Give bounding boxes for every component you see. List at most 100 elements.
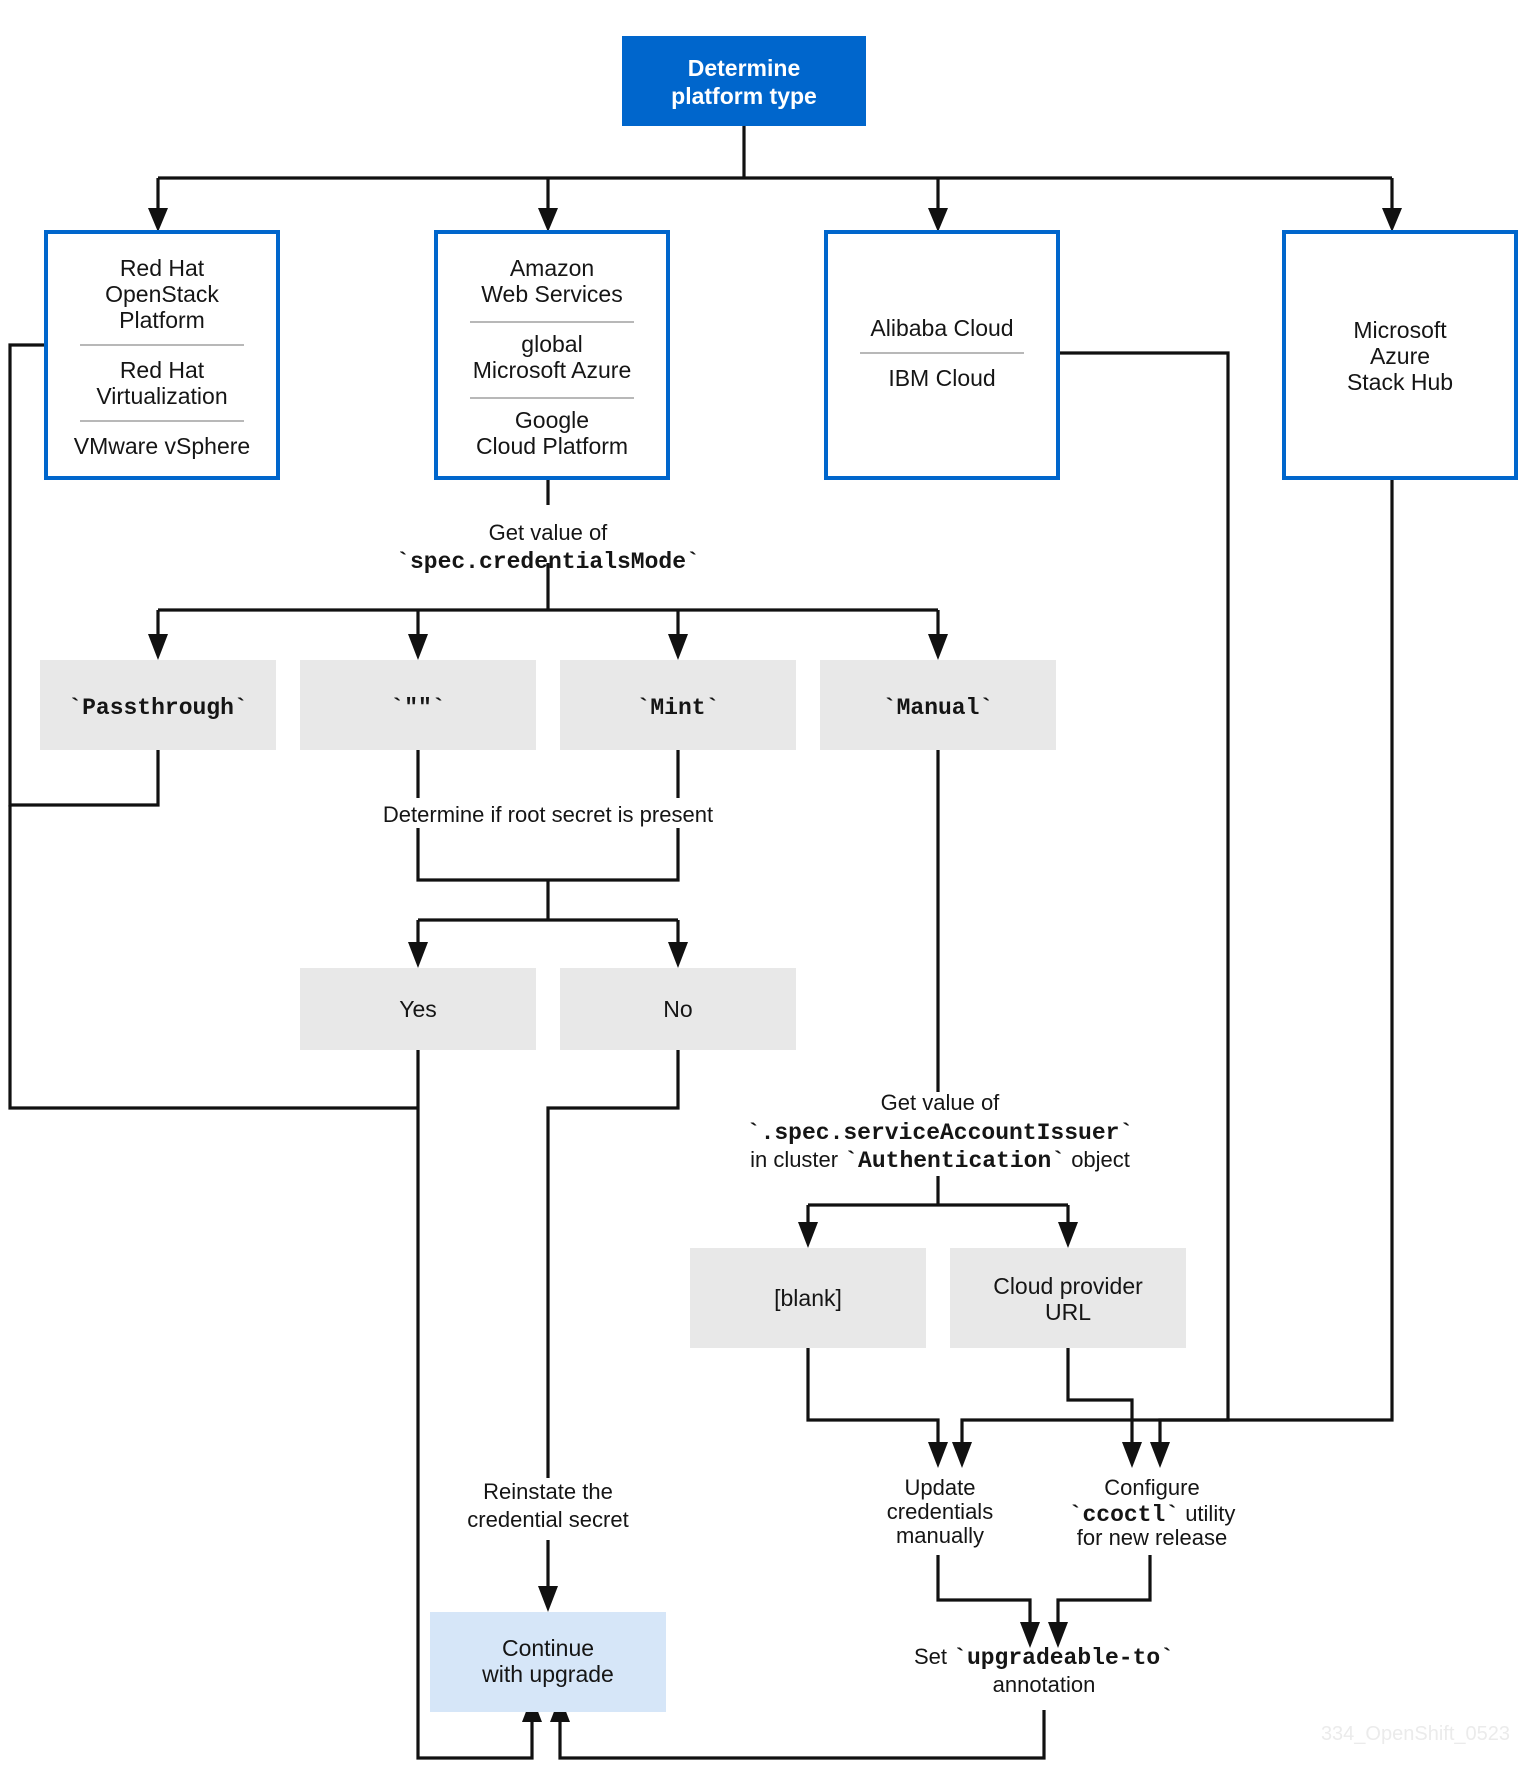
arrowhead-ccoctl-1 (1122, 1442, 1142, 1468)
edge-update-to-annotation (936, 1555, 1032, 1632)
start-node-line2: platform type (671, 83, 817, 109)
watermark-text: 334_OpenShift_0523 (1321, 1723, 1510, 1745)
annotation-line1-prefix: Set (914, 1644, 953, 1669)
node-answer-no[interactable]: No (560, 968, 796, 1050)
azurestack-l1: Azure (1370, 343, 1430, 369)
arrowhead-ccoctl-2 (1150, 1442, 1170, 1468)
arrowhead-manual (928, 634, 948, 660)
issuer-line3: in cluster `Authentication` object (750, 1147, 1130, 1174)
label-configure-ccoctl: Configure `ccoctl` utility for new relea… (1069, 1475, 1236, 1550)
openstack-e0-l1: OpenStack (105, 281, 219, 307)
edge-cloudurl-to-ccoctl (1066, 1348, 1134, 1452)
answer-no-label: No (663, 996, 692, 1022)
ccoctl-line1: Configure (1104, 1475, 1199, 1500)
edge-annotation-to-continue (558, 1710, 1046, 1760)
label-update-credentials: Update credentials manually (887, 1475, 993, 1548)
issuer-line2: `.spec.serviceAccountIssuer` (747, 1120, 1133, 1146)
aws-e2-l0: Google (515, 407, 589, 433)
node-group-openstack[interactable]: Red Hat OpenStack Platform Red Hat Virtu… (44, 230, 280, 480)
issuer-blank-label: [blank] (774, 1285, 842, 1311)
annotation-line1-code: `upgradeable-to` (953, 1645, 1174, 1671)
node-issuer-blank[interactable]: [blank] (690, 1248, 926, 1348)
node-determine-platform-type[interactable]: Determine platform type (622, 36, 866, 126)
issuer-cloudurl-l0: Cloud provider (993, 1273, 1143, 1299)
arrowhead-yes (408, 942, 428, 968)
edge-rootsecret-merge (416, 825, 680, 882)
alibaba-e0-l0: Alibaba Cloud (870, 315, 1013, 341)
edge-azurestack-to-ccoctl (1158, 478, 1394, 1452)
arrowhead-alibaba (928, 208, 948, 232)
arrowhead-blank (798, 1222, 818, 1248)
node-mode-passthrough[interactable]: `Passthrough` (40, 660, 276, 750)
openstack-e1-l1: Virtualization (96, 383, 227, 409)
label-get-credentials-mode: Get value of `spec.credentialsMode` (396, 520, 700, 575)
node-mode-empty[interactable]: `""` (300, 660, 536, 750)
reinstate-line1: Reinstate the (483, 1479, 613, 1504)
arrowhead-update-2 (952, 1442, 972, 1468)
mode-manual-label: `Manual` (883, 695, 993, 721)
update-line3: manually (896, 1523, 984, 1548)
rootsecret-label-text: Determine if root secret is present (383, 802, 713, 827)
label-determine-root-secret: Determine if root secret is present (370, 798, 730, 828)
answer-yes-label: Yes (399, 996, 437, 1022)
update-line2: credentials (887, 1499, 993, 1524)
azurestack-l2: Stack Hub (1347, 369, 1453, 395)
openstack-e1-l0: Red Hat (120, 357, 205, 383)
arrowhead-continue (538, 1586, 558, 1612)
node-answer-yes[interactable]: Yes (300, 968, 536, 1050)
edge-blank-to-update (806, 1348, 940, 1452)
node-mode-mint[interactable]: `Mint` (560, 660, 796, 750)
aws-e1-l0: global (521, 331, 582, 357)
arrowhead-empty (408, 634, 428, 660)
continue-line2: with upgrade (481, 1661, 614, 1687)
issuer-cloudurl-l1: URL (1045, 1299, 1091, 1325)
ccoctl-line2-suffix: utility (1179, 1501, 1235, 1526)
node-continue-with-upgrade[interactable]: Continue with upgrade (430, 1612, 666, 1712)
arrowhead-aws (538, 208, 558, 232)
edge-ccoctl-to-annotation (1056, 1555, 1152, 1632)
issuer-line3-code: `Authentication` (844, 1148, 1065, 1174)
start-node-rect (622, 36, 866, 126)
node-group-alibaba[interactable]: Alibaba Cloud IBM Cloud (824, 230, 1060, 480)
start-node-line1: Determine (688, 55, 800, 81)
mode-passthrough-label: `Passthrough` (68, 695, 247, 721)
aws-e0-l1: Web Services (481, 281, 622, 307)
credmode-line1: Get value of (489, 520, 609, 545)
continue-line1: Continue (502, 1635, 594, 1661)
group-alibaba-rect (824, 230, 1060, 480)
arrowhead-mint (668, 634, 688, 660)
flowchart-diagram: Determine platform type Red Hat OpenStac… (8, 36, 1518, 1760)
azurestack-l0: Microsoft (1353, 317, 1447, 343)
ccoctl-line2: `ccoctl` utility (1069, 1501, 1236, 1528)
openstack-e0-l2: Platform (119, 307, 205, 333)
label-get-service-account-issuer: Get value of `.spec.serviceAccountIssuer… (720, 1090, 1160, 1176)
mode-empty-label: `""` (390, 695, 445, 721)
arrowhead-no (668, 942, 688, 968)
annotation-line2: annotation (993, 1672, 1096, 1697)
edge-start-bus (158, 125, 1392, 180)
ccoctl-line3: for new release (1077, 1525, 1227, 1550)
aws-e1-l1: Microsoft Azure (473, 357, 632, 383)
update-line1: Update (905, 1475, 976, 1500)
node-group-aws[interactable]: Amazon Web Services global Microsoft Azu… (434, 230, 670, 480)
issuer-line3-suffix: object (1065, 1147, 1130, 1172)
label-reinstate-secret: Reinstate the credential secret (450, 1478, 646, 1538)
mode-mint-label: `Mint` (637, 695, 720, 721)
alibaba-e1-l0: IBM Cloud (888, 365, 995, 391)
issuer-line3-prefix: in cluster (750, 1147, 844, 1172)
edge-rootsecret-split (418, 880, 678, 922)
node-group-azure-stack-hub[interactable]: Microsoft Azure Stack Hub (1282, 230, 1518, 480)
reinstate-line2: credential secret (467, 1507, 628, 1532)
aws-e2-l1: Cloud Platform (476, 433, 628, 459)
node-issuer-cloud-url[interactable]: Cloud provider URL (950, 1248, 1186, 1348)
arrowhead-azurestack (1382, 208, 1402, 232)
credmode-line2: `spec.credentialsMode` (396, 549, 700, 575)
issuer-line1: Get value of (881, 1090, 1001, 1115)
openstack-e2-l0: VMware vSphere (74, 433, 250, 459)
openstack-e0-l0: Red Hat (120, 255, 205, 281)
edge-no-to-reinstate (546, 1050, 680, 1485)
arrowhead-update-1 (928, 1442, 948, 1468)
annotation-line1: Set `upgradeable-to` (914, 1644, 1174, 1671)
arrowhead-passthrough (148, 634, 168, 660)
node-mode-manual[interactable]: `Manual` (820, 660, 1056, 750)
